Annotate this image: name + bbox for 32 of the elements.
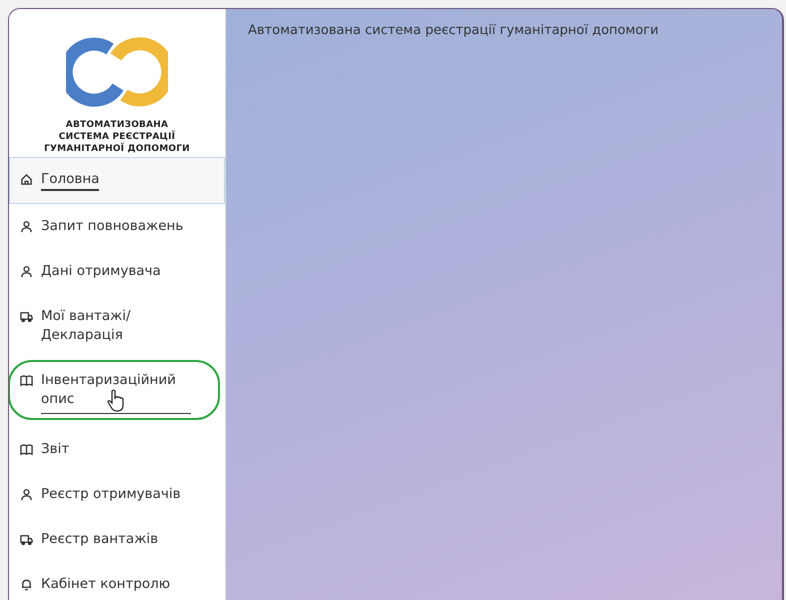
- nav-label: Мої вантажі/ Декларація: [41, 307, 132, 345]
- nav-item[interactable]: Мої вантажі/ Декларація: [9, 294, 225, 358]
- nav-label: Звіт: [41, 440, 70, 459]
- nav-label: Кабінет контролю: [41, 575, 170, 594]
- nav-label: Запит повноважень: [41, 217, 184, 236]
- nav-item[interactable]: Інвентаризаційний опис: [9, 358, 225, 427]
- nav-item[interactable]: Кабінет контролю: [9, 562, 225, 600]
- logo-text: СИСТЕМА РЕЄСТРАЦІЇ: [58, 131, 176, 142]
- book-icon: [20, 374, 33, 387]
- truck-icon: [20, 533, 33, 546]
- logo-text: ГУМАНІТАРНОЇ ДОПОМОГИ: [44, 143, 190, 155]
- logo-text: АВТОМАТИЗОВАНА: [66, 119, 168, 130]
- truck-icon: [20, 310, 33, 323]
- hand-cursor-icon: [106, 389, 126, 413]
- person-icon: [20, 265, 33, 278]
- person-icon: [20, 220, 33, 233]
- nav-label: Реєстр отримувачів: [41, 485, 181, 504]
- nav-label: Дані отримувача: [41, 262, 161, 281]
- person-icon: [20, 488, 33, 501]
- nav-label: Головна: [41, 170, 100, 191]
- logo-icon: [66, 35, 168, 109]
- home-icon: [20, 173, 33, 186]
- book-icon: [20, 443, 33, 456]
- nav-item[interactable]: Дані отримувача: [9, 249, 225, 294]
- nav-item[interactable]: Запит повноважень: [9, 204, 225, 249]
- header-title: Автоматизована система реєстрації гуманітарної допомоги: [248, 23, 659, 38]
- bell-icon: [20, 578, 33, 591]
- nav-item[interactable]: Звіт: [9, 427, 225, 472]
- nav-item[interactable]: Реєстр вантажів: [9, 517, 225, 562]
- nav-item[interactable]: Головна: [9, 157, 225, 204]
- nav-label: Реєстр вантажів: [41, 530, 158, 549]
- nav-item[interactable]: Реєстр отримувачів: [9, 472, 225, 517]
